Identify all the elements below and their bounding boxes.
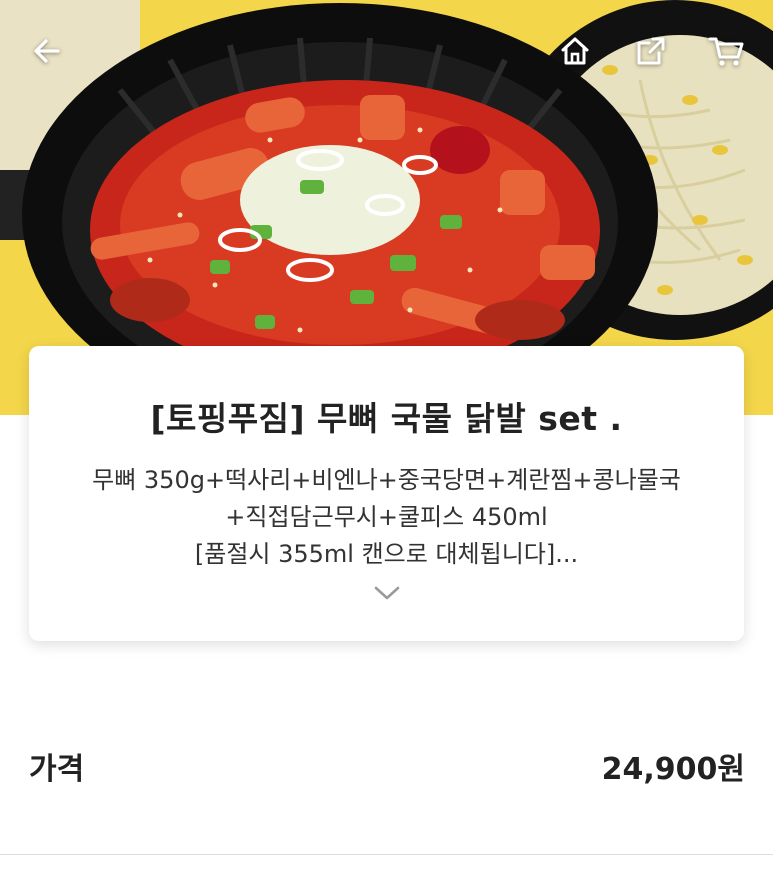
description-line: [품절시 355ml 캔으로 대체됩니다]... — [194, 540, 579, 568]
share-icon — [637, 37, 665, 65]
arrow-left-icon — [34, 39, 60, 63]
top-bar — [0, 0, 773, 100]
back-button[interactable] — [24, 28, 70, 74]
description-line: 무뼈 350g+떡사리+비엔나+중국당면+계란찜+콩나물국 — [92, 466, 681, 494]
home-icon — [561, 37, 589, 65]
price-value: 24,900원 — [601, 752, 745, 787]
home-button[interactable] — [552, 28, 598, 74]
cart-icon — [708, 37, 744, 66]
cart-button[interactable] — [703, 28, 749, 74]
share-button[interactable] — [628, 28, 674, 74]
description-line: +직접담근무시+쿨피스 450ml — [225, 503, 548, 531]
divider — [0, 854, 773, 855]
product-title: [토핑푸짐] 무뼈 국물 닭발 set . — [150, 399, 623, 438]
product-info-card: [토핑푸짐] 무뼈 국물 닭발 set . 무뼈 350g+떡사리+비엔나+중국… — [29, 346, 744, 641]
product-detail-page: [토핑푸짐] 무뼈 국물 닭발 set . 무뼈 350g+떡사리+비엔나+중국… — [0, 0, 773, 873]
price-row: 가격 24,900원 — [0, 740, 773, 790]
product-description: 무뼈 350g+떡사리+비엔나+중국당면+계란찜+콩나물국 +직접담근무시+쿨피… — [29, 462, 744, 573]
price-label: 가격 — [29, 752, 85, 787]
expand-description-button[interactable] — [367, 578, 407, 608]
chevron-down-icon — [374, 586, 399, 600]
